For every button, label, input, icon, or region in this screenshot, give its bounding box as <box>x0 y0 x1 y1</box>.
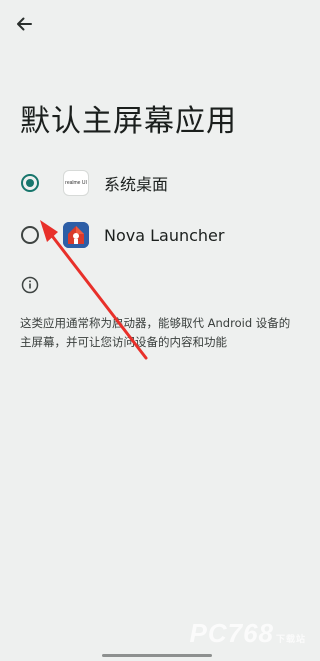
back-button[interactable] <box>10 10 38 38</box>
option-label-system-launcher: 系统桌面 <box>104 175 169 194</box>
watermark-text: PC768 <box>189 618 274 648</box>
radio-unselected[interactable] <box>21 226 39 244</box>
realme-icon-text: realme UI <box>65 180 87 186</box>
realme-launcher-icon: realme UI <box>63 170 89 196</box>
radio-selected[interactable] <box>21 174 39 192</box>
watermark: PC768 下载站 <box>189 618 306 649</box>
watermark-subtext: 下载站 <box>275 634 306 644</box>
info-icon <box>21 276 39 294</box>
option-label-nova-launcher: Nova Launcher <box>104 225 225 245</box>
page-title: 默认主屏幕应用 <box>20 104 237 139</box>
info-description: 这类应用通常称为启动器，能够取代 Android 设备的主屏幕，并可让您访问设备… <box>20 316 291 349</box>
option-system-launcher[interactable]: realme UI 系统桌面 <box>0 157 314 209</box>
nova-launcher-icon <box>63 222 89 248</box>
gesture-nav-bar[interactable] <box>102 654 212 657</box>
arrow-left-icon <box>17 17 32 31</box>
option-nova-launcher[interactable]: Nova Launcher <box>0 209 314 261</box>
